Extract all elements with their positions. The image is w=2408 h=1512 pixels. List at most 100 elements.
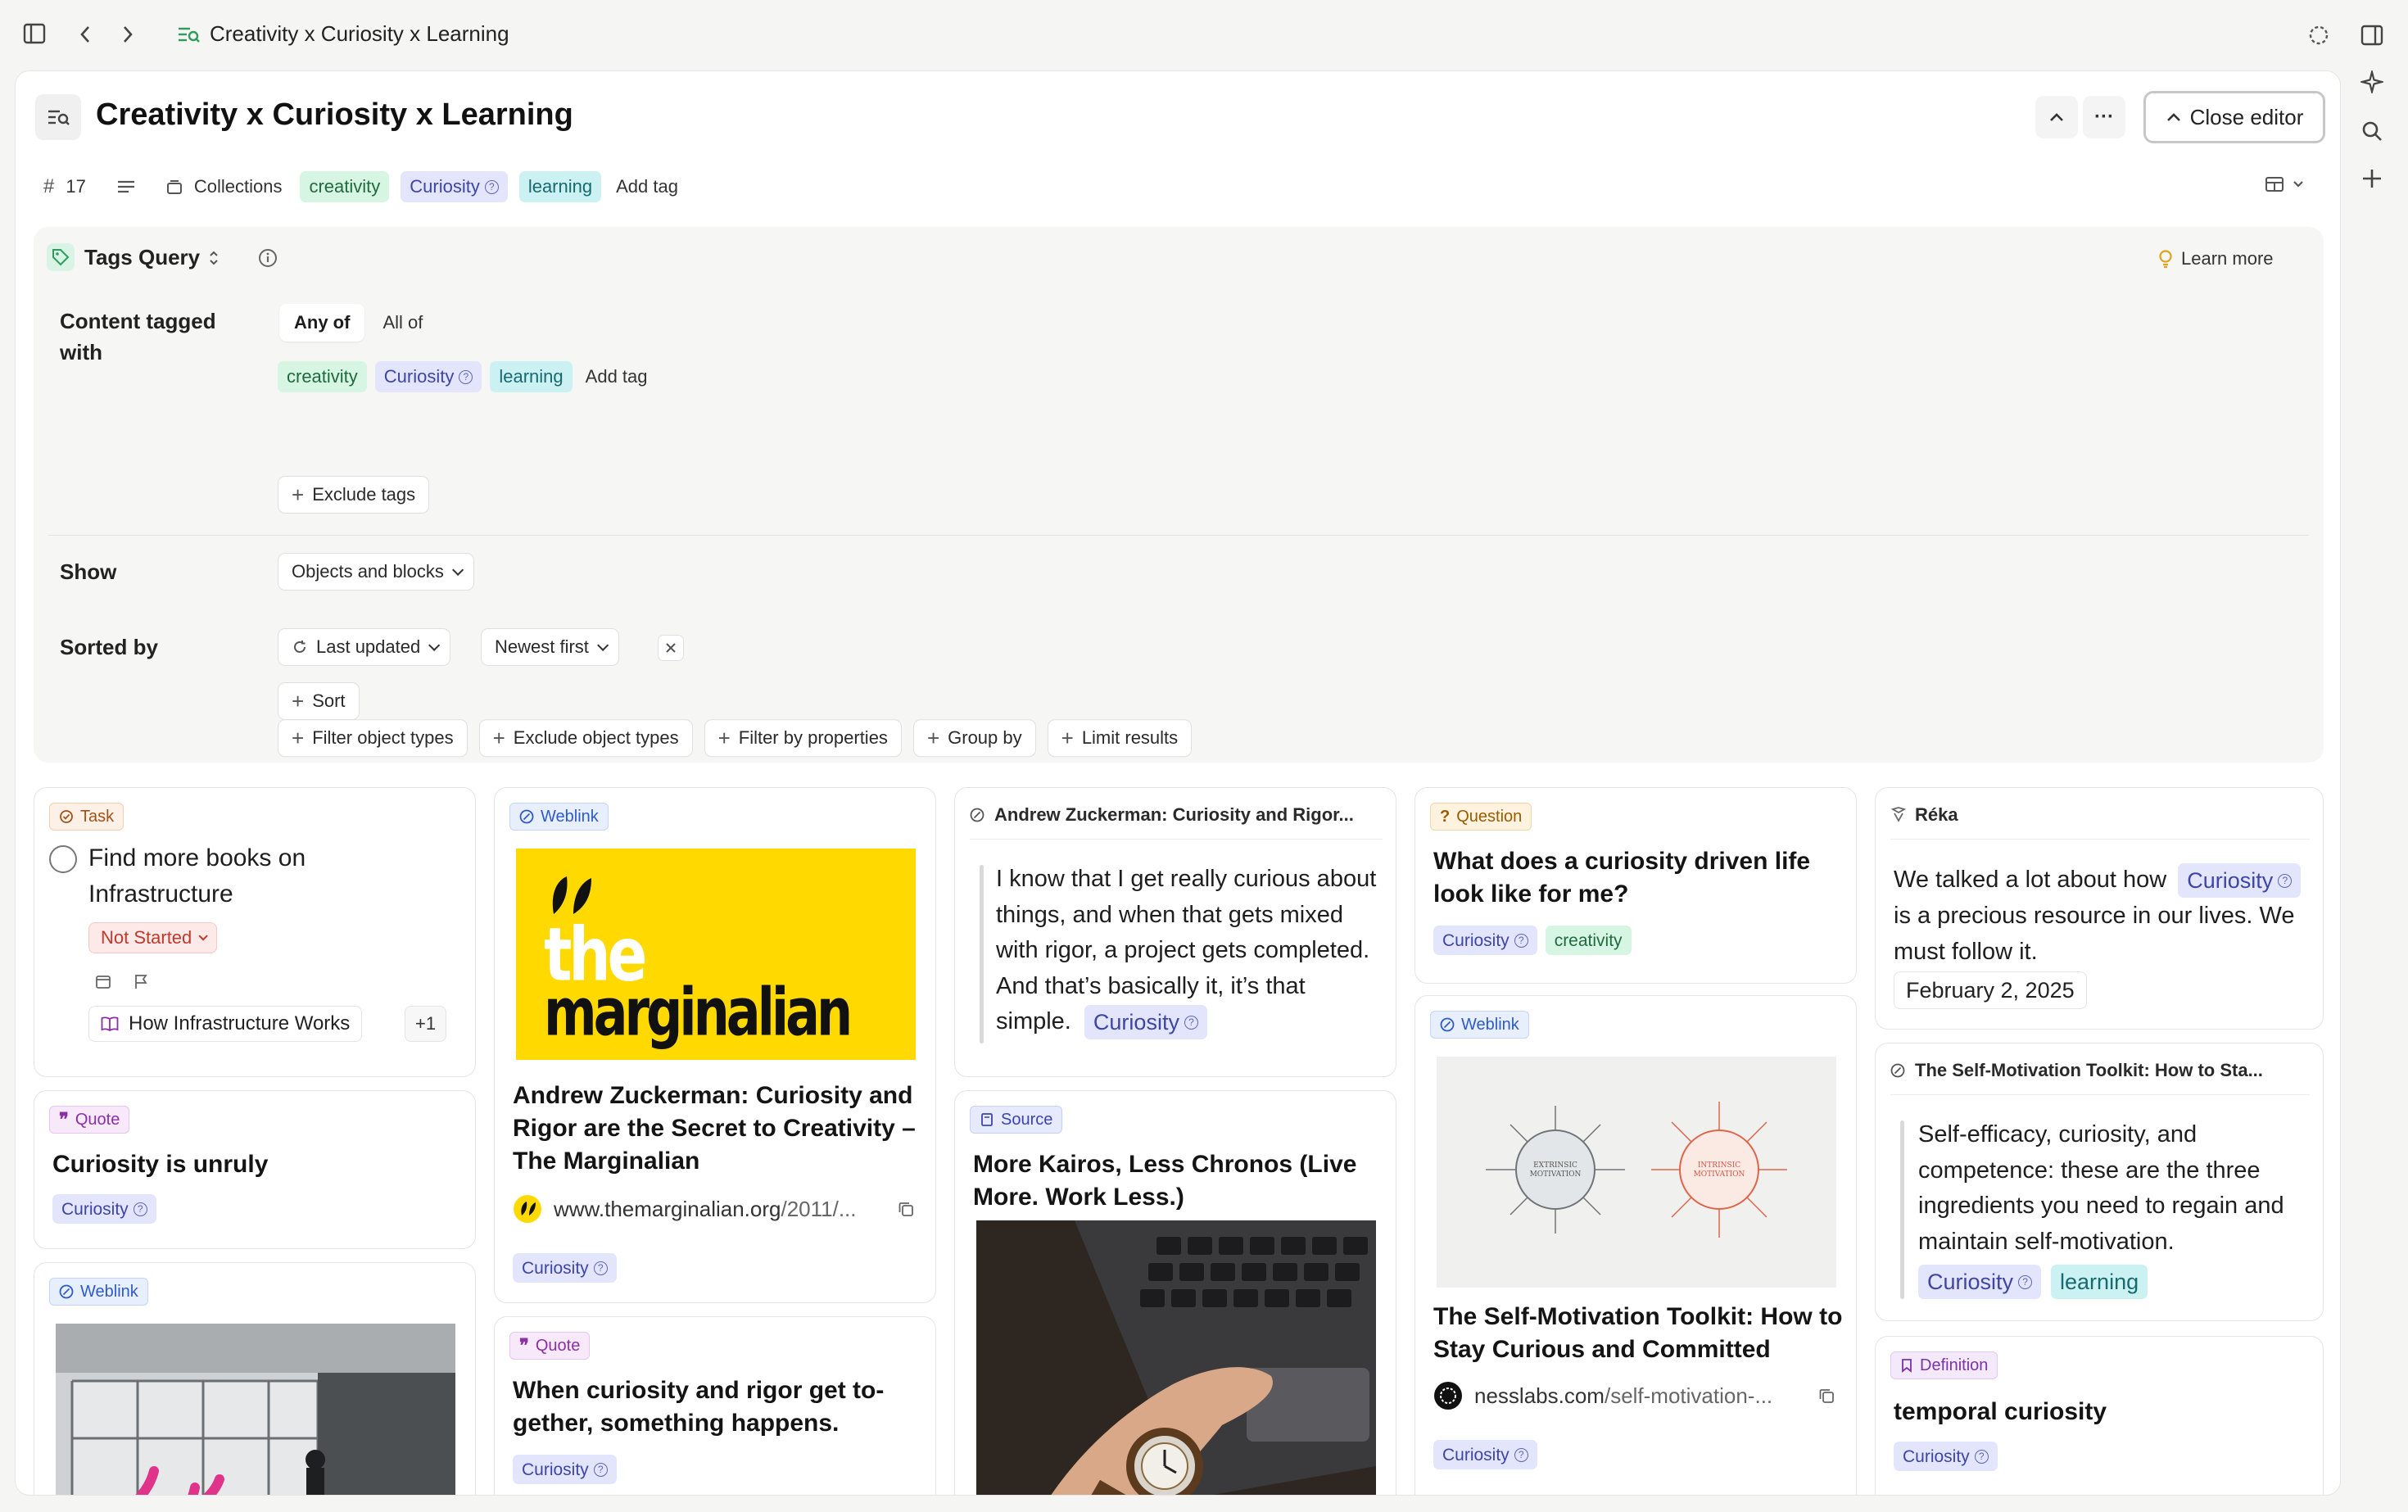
- add-sort-label: Sort: [312, 690, 346, 711]
- plus-icon: +: [926, 726, 940, 751]
- note-author[interactable]: Réka: [1915, 804, 1958, 826]
- highlight-source-title[interactable]: Andrew Zuckerman: Curiosity and Rigor...: [994, 804, 1354, 826]
- filter-by-properties-button[interactable]: + Filter by properties: [704, 719, 902, 758]
- back-arrow-icon[interactable]: [79, 25, 92, 44]
- tag-curiosity[interactable]: Curiosity?: [1894, 1442, 1998, 1471]
- tag-learning[interactable]: learning: [2051, 1265, 2148, 1299]
- flag-icon[interactable]: [133, 973, 149, 989]
- link-icon: [59, 1284, 74, 1299]
- task-checkbox[interactable]: [49, 845, 77, 873]
- query-actions: + Filter object types + Exclude object typ…: [278, 719, 1193, 758]
- weblink-url[interactable]: www.themarginalian.org/2011/...: [513, 1194, 857, 1224]
- badge-label: Weblink: [1461, 1015, 1519, 1034]
- query-tag-creativity[interactable]: creativity: [278, 361, 367, 392]
- task-card[interactable]: Task Find more books on Infrastructure N…: [34, 787, 476, 1077]
- add-icon[interactable]: [2360, 167, 2383, 190]
- diagram-left-word2: MOTIVATION: [1529, 1170, 1582, 1179]
- collections-label[interactable]: Collections: [194, 176, 283, 197]
- quote-badge: ❞ Quote: [49, 1106, 130, 1134]
- layout-view-icon[interactable]: [2265, 174, 2309, 194]
- limit-results-button[interactable]: + Limit results: [1047, 719, 1193, 758]
- tag-creativity[interactable]: creativity: [1545, 926, 1632, 955]
- copy-link-icon[interactable]: [1818, 1388, 1835, 1404]
- definition-card[interactable]: Definition temporal curiosity Curiosity?: [1875, 1336, 2324, 1495]
- source-badge: Source: [970, 1106, 1063, 1134]
- weblink-card-selfmotivation[interactable]: Weblink EXTRINSIC MOTIVATION INTRINSIC MOT…: [1414, 995, 1857, 1495]
- highlight-card-selfmotivation[interactable]: The Self-Motivation Toolkit: How to Sta.…: [1875, 1043, 2324, 1321]
- more-links-badge[interactable]: +1: [405, 1006, 447, 1042]
- hands-on-laptop-image: [976, 1220, 1376, 1495]
- highlight-text: Self-efficacy, curiosity, and competence…: [1918, 1121, 2284, 1255]
- weblink-card-architecture[interactable]: Weblink: [34, 1262, 476, 1495]
- url-path: /2011/...: [781, 1196, 857, 1221]
- all-of-option[interactable]: All of: [369, 304, 436, 342]
- sync-status-icon[interactable]: [2308, 25, 2329, 46]
- query-add-tag-button[interactable]: Add tag: [586, 366, 648, 387]
- tag-curiosity[interactable]: Curiosity?: [401, 171, 508, 202]
- linked-book-chip[interactable]: How Infrastructure Works: [88, 1006, 363, 1042]
- query-tag-learning[interactable]: learning: [490, 361, 573, 392]
- tag-learning[interactable]: learning: [518, 171, 602, 202]
- tag-curiosity[interactable]: Curiosity?: [1433, 926, 1537, 955]
- tag-curiosity[interactable]: Curiosity?: [1433, 1440, 1537, 1469]
- calendar-icon[interactable]: [95, 973, 111, 989]
- show-select[interactable]: Objects and blocks: [278, 553, 474, 591]
- tag-curiosity[interactable]: Curiosity?: [2178, 863, 2302, 899]
- question-card[interactable]: ? Question What does a curiosity driven …: [1414, 787, 1857, 984]
- filter-object-types-button[interactable]: + Filter object types: [278, 719, 468, 758]
- breadcrumb-title[interactable]: Creativity x Curiosity x Learning: [210, 21, 509, 47]
- forward-arrow-icon[interactable]: [121, 25, 134, 44]
- weblink-card-marginalian[interactable]: Weblink the marginalian Andrew Zuckerman…: [494, 787, 936, 1303]
- tag-curiosity[interactable]: Curiosity?: [513, 1455, 617, 1484]
- check-circle-icon: [60, 810, 73, 823]
- tag-curiosity[interactable]: Curiosity?: [1084, 1005, 1207, 1040]
- description-icon[interactable]: [117, 179, 135, 194]
- remove-sort-icon[interactable]: [658, 635, 684, 661]
- sidebar-toggle-icon[interactable]: [23, 23, 46, 44]
- page-title[interactable]: Creativity x Curiosity x Learning: [96, 97, 573, 133]
- tag-curiosity[interactable]: Curiosity?: [52, 1194, 156, 1224]
- collapse-up-icon[interactable]: [2035, 96, 2078, 138]
- search-icon[interactable]: [2360, 120, 2383, 143]
- any-of-option[interactable]: Any of: [279, 304, 365, 342]
- task-status-select[interactable]: Not Started: [88, 922, 218, 953]
- collections-icon[interactable]: [166, 179, 183, 195]
- note-card-reka[interactable]: Réka We talked a lot about how Curiosity…: [1875, 787, 2324, 1030]
- page-type-icon[interactable]: [35, 94, 81, 140]
- quote-card-unruly[interactable]: ❞ Quote Curiosity is unruly Curiosity?: [34, 1090, 476, 1249]
- highlight-card-zuckerman[interactable]: Andrew Zuckerman: Curiosity and Rigor...…: [954, 787, 1396, 1077]
- weblink-url[interactable]: nesslabs.com/self-motivation-...: [1433, 1381, 1772, 1410]
- group-by-button[interactable]: + Group by: [912, 719, 1036, 758]
- more-options-icon[interactable]: ···: [2083, 96, 2125, 138]
- badge-label: Quote: [535, 1336, 581, 1355]
- editor-frame: Creativity x Curiosity x Learning ··· Cl…: [15, 70, 2341, 1496]
- ai-sparkle-icon[interactable]: [2360, 70, 2383, 93]
- tag-curiosity[interactable]: Curiosity?: [1918, 1265, 2042, 1299]
- add-tag-button[interactable]: Add tag: [616, 176, 678, 197]
- quote-card-rigor[interactable]: ❞ Quote When curiosity and rigor get to-…: [494, 1316, 936, 1495]
- learn-more-link[interactable]: Learn more: [2158, 248, 2274, 269]
- quote-bar: [1900, 1120, 1904, 1299]
- sort-order-select[interactable]: Newest first: [481, 628, 619, 666]
- note-date-chip[interactable]: February 2, 2025: [1894, 971, 2087, 1009]
- plus-icon: +: [1061, 726, 1074, 751]
- right-panel-toggle-icon[interactable]: [2360, 25, 2383, 46]
- exclude-tags-button[interactable]: + Exclude tags: [278, 476, 430, 514]
- info-icon[interactable]: [258, 248, 278, 268]
- source-card-kairos[interactable]: Source More Kairos, Less Chronos (Live M…: [954, 1090, 1396, 1495]
- tag-creativity[interactable]: creativity: [300, 171, 390, 202]
- close-editor-button[interactable]: Close editor: [2143, 91, 2325, 143]
- exclude-object-types-button[interactable]: + Exclude object types: [478, 719, 693, 758]
- copy-link-icon[interactable]: [898, 1201, 914, 1217]
- title-bar: Creativity x Curiosity x Learning: [0, 0, 2408, 70]
- action-label: Exclude object types: [513, 727, 679, 749]
- query-type-selector[interactable]: Tags Query: [84, 245, 220, 270]
- add-sort-button[interactable]: + Sort: [278, 682, 360, 720]
- query-tag-curiosity[interactable]: Curiosity?: [374, 361, 482, 392]
- tag-curiosity[interactable]: Curiosity?: [513, 1253, 617, 1283]
- sort-field-select[interactable]: Last updated: [278, 628, 451, 666]
- logo-word-marginalian: marginalian: [544, 973, 853, 1052]
- laptop-photo: [976, 1220, 1376, 1495]
- task-title: Find more books on Infrastructure: [88, 844, 306, 908]
- highlight-source-title[interactable]: The Self-Motivation Toolkit: How to Sta.…: [1915, 1060, 2263, 1081]
